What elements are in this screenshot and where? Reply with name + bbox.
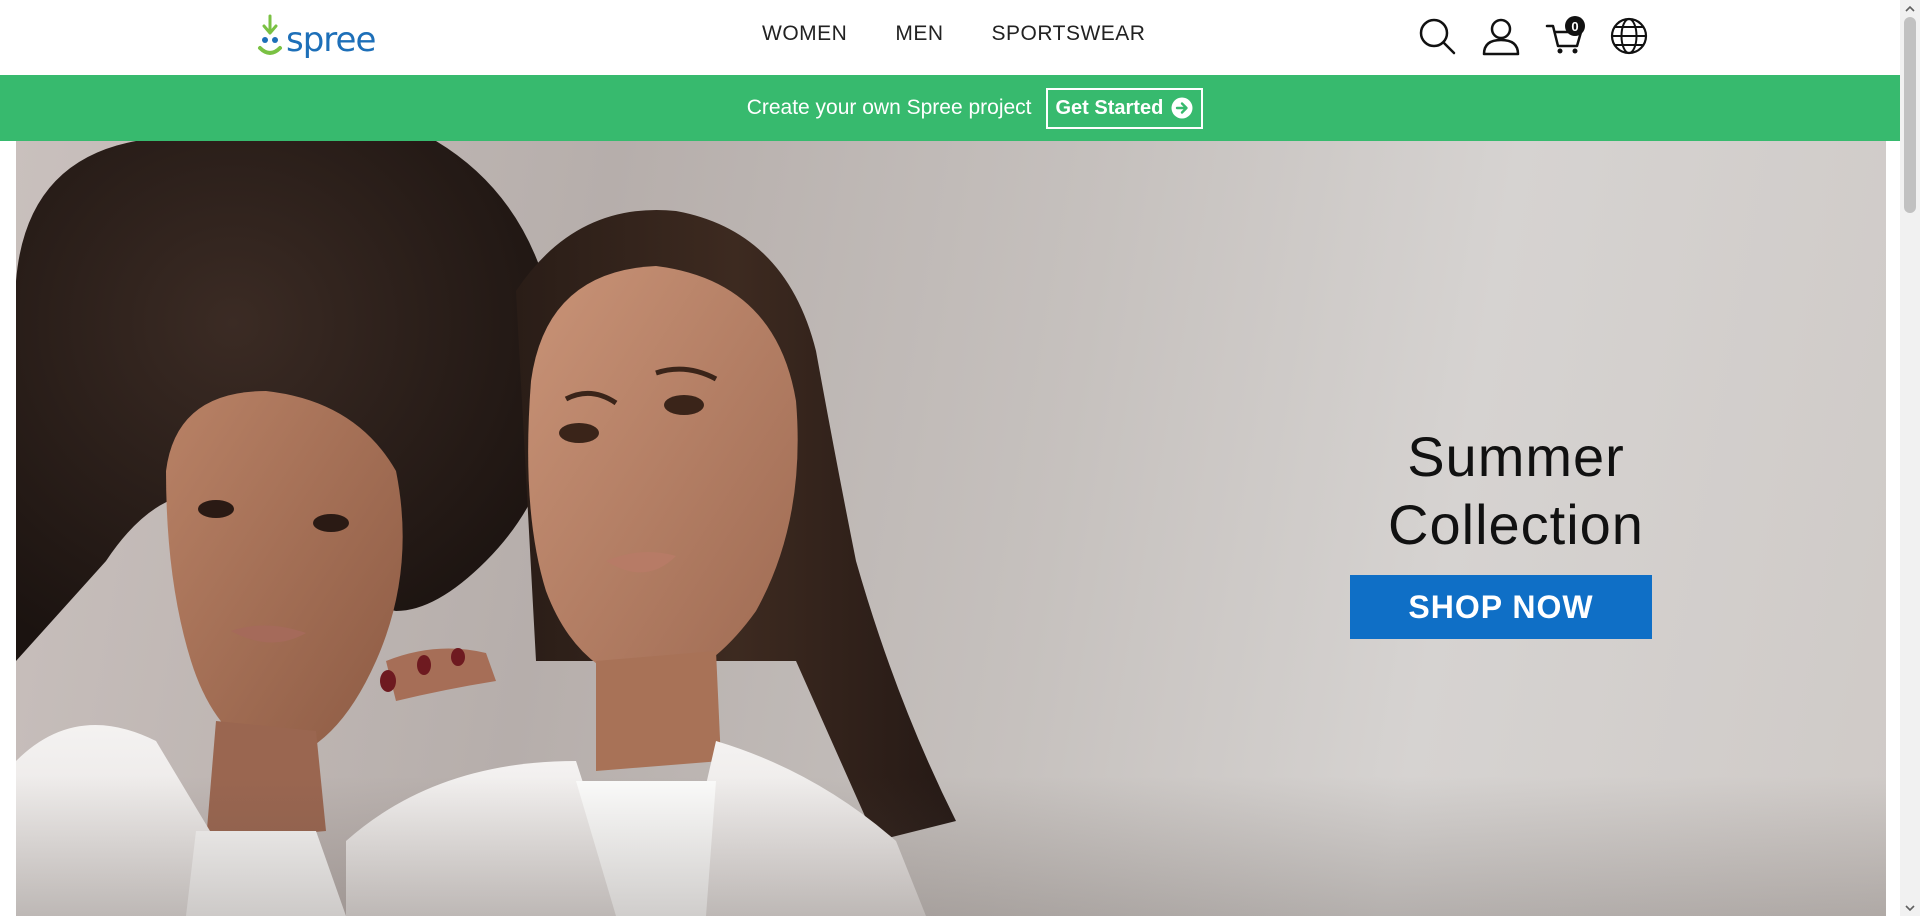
scrollbar-thumb[interactable] <box>1904 17 1916 213</box>
site-header: spree WOMEN MEN SPORTSWEAR 0 <box>0 0 1900 75</box>
nav-women[interactable]: WOMEN <box>762 22 847 46</box>
search-icon <box>1419 18 1456 55</box>
logo-text: spree <box>286 20 376 60</box>
get-started-label: Get Started <box>1055 96 1164 119</box>
promo-text: Create your own Spree project <box>746 96 1032 119</box>
spree-logo[interactable]: spree <box>256 12 376 62</box>
arrow-right-circle-icon <box>1171 97 1193 119</box>
caret-up-icon <box>1905 5 1915 12</box>
cart-button[interactable]: 0 <box>1545 16 1585 56</box>
promo-banner: Create your own Spree project Get Starte… <box>0 75 1900 141</box>
hero-banner: Summer Collection SHOP NOW <box>16 141 1886 916</box>
globe-icon <box>1610 17 1648 55</box>
cart-count-badge: 0 <box>1565 16 1585 36</box>
hero-title: Summer Collection <box>1306 423 1726 559</box>
scroll-up-button[interactable] <box>1900 0 1920 17</box>
hero-bottom-shade <box>16 776 1886 916</box>
account-icon <box>1482 18 1520 56</box>
nav-sportswear[interactable]: SPORTSWEAR <box>992 22 1146 46</box>
shop-now-button[interactable]: SHOP NOW <box>1350 575 1652 639</box>
nav-men[interactable]: MEN <box>895 22 943 46</box>
hero-title-line-2: Collection <box>1388 493 1644 556</box>
page: spree WOMEN MEN SPORTSWEAR 0 Create your… <box>0 0 1920 916</box>
account-button[interactable] <box>1481 16 1521 56</box>
spree-logo-icon <box>258 14 282 55</box>
main-nav: WOMEN MEN SPORTSWEAR <box>762 22 1145 46</box>
header-actions: 0 <box>1417 16 1649 56</box>
vertical-scrollbar[interactable] <box>1900 0 1920 916</box>
locale-button[interactable] <box>1609 16 1649 56</box>
scroll-down-button[interactable] <box>1900 899 1920 916</box>
search-button[interactable] <box>1417 16 1457 56</box>
hero-title-line-1: Summer <box>1407 425 1625 488</box>
caret-down-icon <box>1905 904 1915 911</box>
get-started-button[interactable]: Get Started <box>1045 87 1204 129</box>
